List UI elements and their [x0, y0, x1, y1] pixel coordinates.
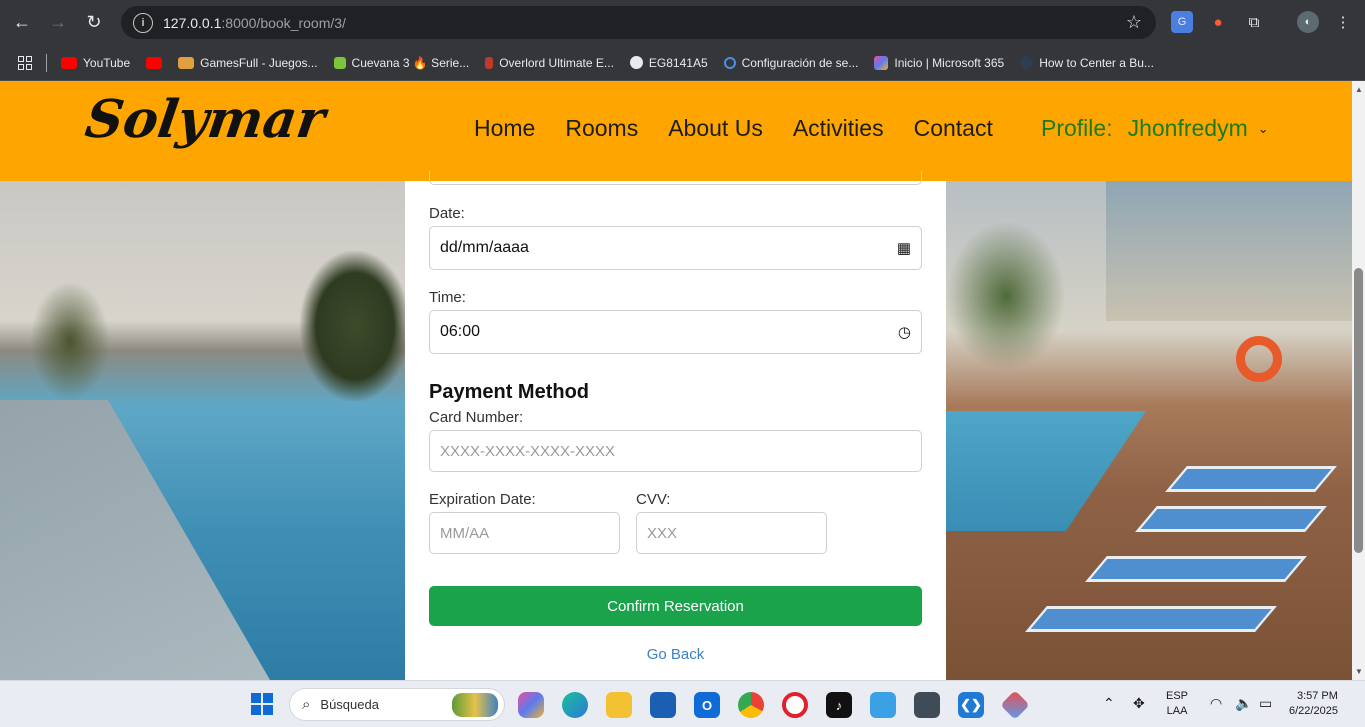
expiration-date-label: Expiration Date:: [429, 491, 536, 508]
site-logo[interactable]: Solymar: [82, 89, 329, 150]
profile-label: Profile:: [1041, 115, 1113, 141]
time-input[interactable]: 06:00 ◷: [429, 310, 922, 354]
bookmark-center-button[interactable]: How to Center a Bu...: [1020, 56, 1154, 70]
chevron-up-icon[interactable]: ⌃: [1103, 695, 1115, 712]
scroll-down-icon[interactable]: ▼: [1355, 667, 1363, 676]
bookmark-youtube[interactable]: YouTube: [61, 56, 130, 70]
wifi-icon[interactable]: ◠: [1210, 695, 1222, 712]
beach-pool-photo: [0, 181, 410, 680]
main-nav: Home Rooms About Us Activities Contact: [474, 115, 1023, 142]
profile-dropdown[interactable]: Profile: Jhonfredym ⌄: [1041, 115, 1269, 142]
expiration-date-input[interactable]: MM/AA: [429, 512, 620, 554]
battery-icon[interactable]: ▭: [1259, 695, 1272, 712]
site-header: Solymar Home Rooms About Us Activities C…: [0, 81, 1352, 181]
nav-activities[interactable]: Activities: [793, 115, 884, 142]
outlook-icon[interactable]: O: [694, 692, 720, 718]
bookmarks-separator: [46, 53, 47, 72]
vscode-icon[interactable]: ❮❯: [958, 692, 984, 718]
clock-icon[interactable]: ◷: [898, 323, 911, 341]
taskbar-search[interactable]: ⌕ Búsqueda: [289, 688, 505, 721]
bookmark-eg8141a5[interactable]: EG8141A5: [629, 56, 708, 70]
booking-form: Date: dd/mm/aaaa ▦ Time: 06:00 ◷ Payment…: [405, 171, 946, 680]
nav-about-us[interactable]: About Us: [668, 115, 763, 142]
edge-icon[interactable]: [562, 692, 588, 718]
chevron-down-icon: ⌄: [1257, 120, 1269, 136]
windows-start-icon[interactable]: [251, 693, 273, 715]
url-path: :8000/book_room/3/: [221, 14, 346, 31]
browser-toolbar: ← → ↻ i 127.0.0.1:8000/book_room/3/ ☆ G …: [0, 0, 1365, 45]
translate-extension-icon[interactable]: G: [1171, 11, 1193, 33]
date-label: Date:: [429, 205, 465, 222]
profile-avatar-icon[interactable]: ◐: [1297, 11, 1319, 33]
nav-rooms[interactable]: Rooms: [565, 115, 638, 142]
bookmark-microsoft365[interactable]: Inicio | Microsoft 365: [874, 55, 1004, 70]
microsoft365-icon: [874, 55, 889, 70]
nav-home[interactable]: Home: [474, 115, 535, 142]
microsoft-store-icon[interactable]: [650, 692, 676, 718]
extensions-puzzle-icon[interactable]: ⧉: [1243, 11, 1265, 33]
reload-icon[interactable]: ↻: [76, 4, 112, 40]
loading-circle-icon: [723, 56, 736, 69]
confirm-reservation-button[interactable]: Confirm Reservation: [429, 586, 922, 626]
menu-kebab-icon[interactable]: ⋮: [1332, 11, 1354, 33]
payment-method-title: Payment Method: [429, 381, 590, 403]
tiktok-icon[interactable]: ♪: [826, 692, 852, 718]
bookmark-gamesfull[interactable]: GamesFull - Juegos...: [178, 56, 318, 70]
globe-icon: [629, 56, 643, 69]
time-label: Time:: [429, 289, 466, 306]
site-circle-icon: [1020, 56, 1034, 69]
life-ring-icon: [1236, 336, 1282, 382]
apps-grid-icon[interactable]: [18, 55, 32, 70]
nav-contact[interactable]: Contact: [914, 115, 993, 142]
calendar-icon[interactable]: ▦: [897, 239, 911, 257]
gamepad-icon: [178, 56, 195, 69]
terminal-icon[interactable]: [914, 692, 940, 718]
youtube-icon: [61, 56, 77, 69]
cuevana-icon: [333, 56, 346, 69]
bookmark-youtube-2[interactable]: [146, 56, 163, 69]
bookmark-cuevana[interactable]: Cuevana 3 🔥 Serie...: [333, 56, 469, 70]
opera-icon[interactable]: [782, 692, 808, 718]
chrome-icon[interactable]: [738, 692, 764, 718]
windows-taskbar: ⌕ Búsqueda O ♪ ❮❯ ⌃ ✥ ESP LAA ◠ 🔈 ▭ 3:57…: [0, 680, 1365, 727]
file-explorer-icon[interactable]: [606, 692, 632, 718]
notification-app-icon[interactable]: ✥: [1133, 695, 1145, 712]
youtube-icon: [146, 56, 163, 69]
search-highlight-image: [452, 693, 498, 717]
clock[interactable]: 3:57 PM 6/22/2025: [1289, 689, 1338, 719]
hotel-pool-photo: [946, 181, 1352, 680]
bookmarks-bar: YouTube GamesFull - Juegos... Cuevana 3 …: [0, 45, 1365, 81]
date-input[interactable]: dd/mm/aaaa ▦: [429, 226, 922, 270]
bookmark-star-icon[interactable]: ☆: [1126, 12, 1142, 33]
go-back-link[interactable]: Go Back: [405, 646, 946, 663]
copilot-icon[interactable]: [518, 692, 544, 718]
card-number-label: Card Number:: [429, 409, 524, 426]
cvv-input[interactable]: XXX: [636, 512, 827, 554]
fire-extension-icon[interactable]: ●: [1207, 11, 1229, 33]
page-scrollbar[interactable]: ▲ ▼: [1352, 81, 1365, 680]
site-info-icon[interactable]: i: [133, 12, 153, 33]
profile-username: Jhonfredym: [1127, 115, 1248, 141]
scroll-thumb[interactable]: [1354, 268, 1363, 553]
page-viewport: Solymar Home Rooms About Us Activities C…: [0, 81, 1352, 680]
git-icon[interactable]: [1000, 690, 1030, 720]
quick-assist-icon[interactable]: [870, 692, 896, 718]
language-indicator[interactable]: ESP LAA: [1166, 689, 1188, 719]
bookmark-overlord[interactable]: Overlord Ultimate E...: [485, 56, 614, 70]
forward-icon[interactable]: →: [40, 4, 76, 40]
url-host: 127.0.0.1: [163, 14, 222, 31]
search-icon: ⌕: [302, 696, 311, 713]
volume-icon[interactable]: 🔈: [1235, 695, 1252, 712]
scroll-up-icon[interactable]: ▲: [1355, 85, 1363, 94]
previous-field-bottom[interactable]: [429, 171, 922, 185]
cvv-label: CVV:: [636, 491, 671, 508]
back-icon[interactable]: ←: [4, 4, 40, 40]
card-number-input[interactable]: XXXX-XXXX-XXXX-XXXX: [429, 430, 922, 472]
overlord-icon: [485, 56, 494, 69]
bookmark-configuracion[interactable]: Configuración de se...: [723, 56, 858, 70]
address-bar[interactable]: i 127.0.0.1:8000/book_room/3/ ☆: [121, 6, 1156, 39]
